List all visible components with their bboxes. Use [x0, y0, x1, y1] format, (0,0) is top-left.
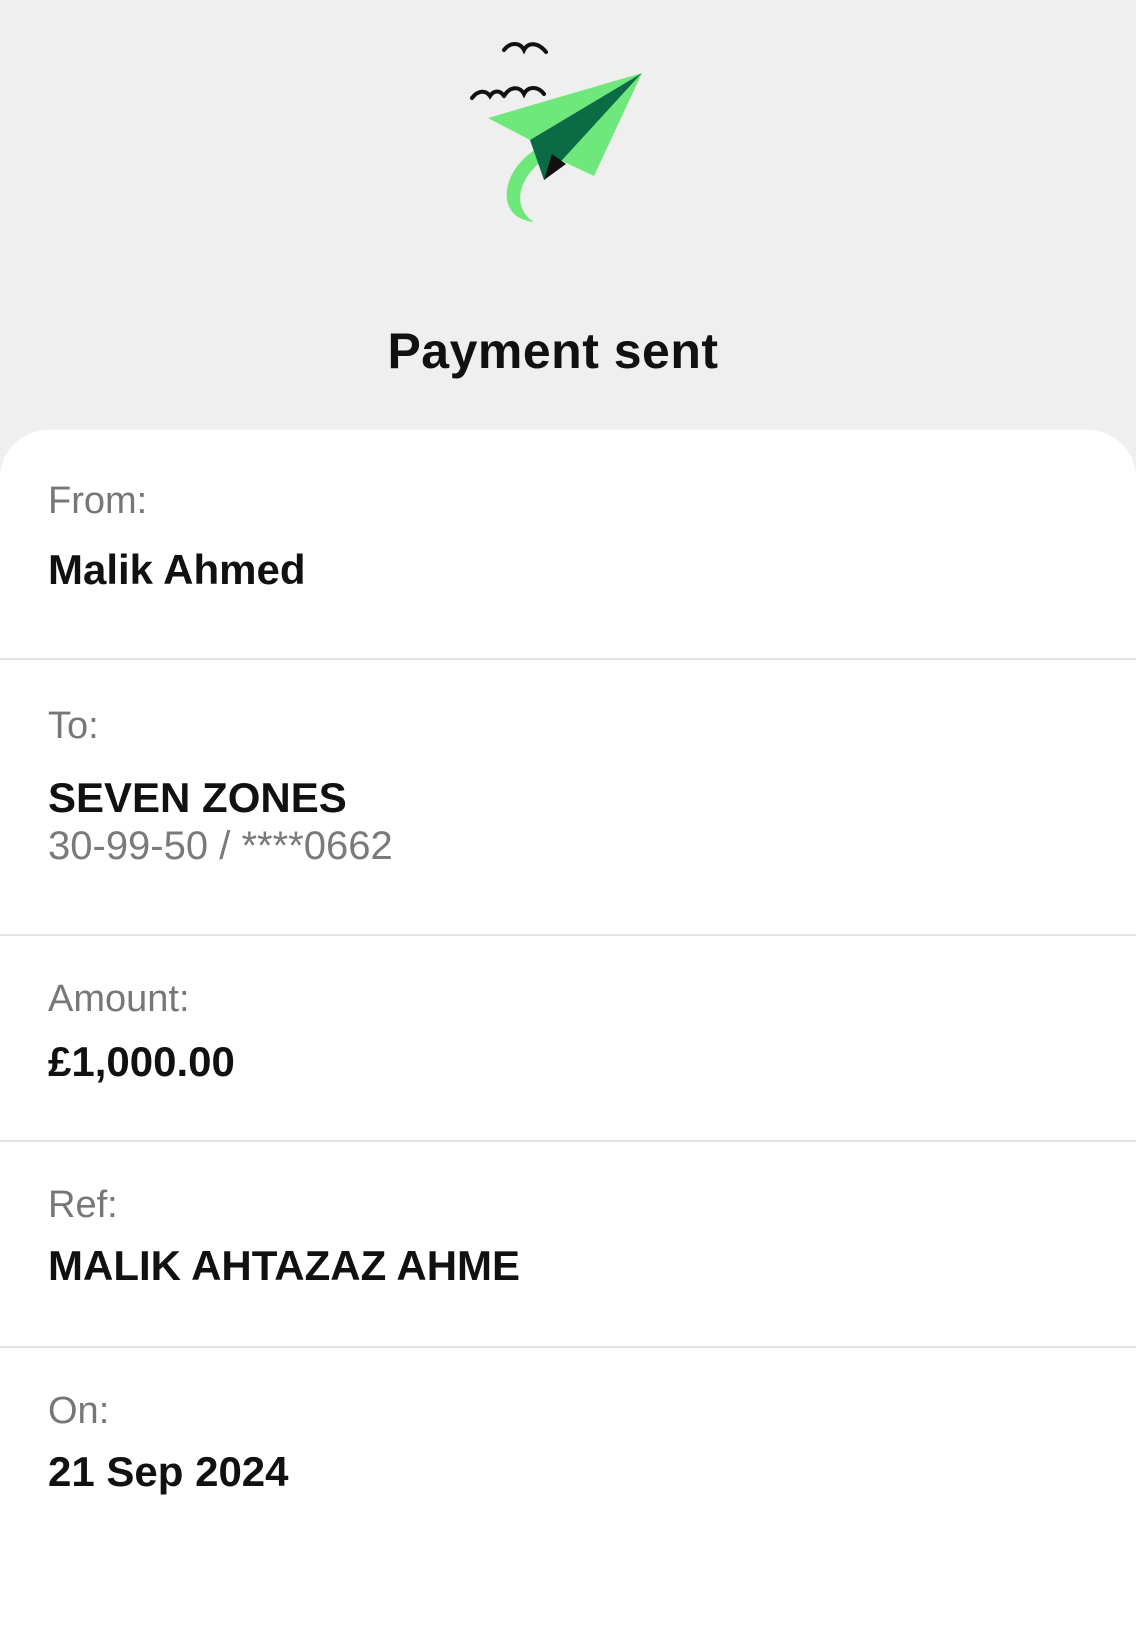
amount-section: Amount: £1,000.00	[0, 936, 1136, 1142]
amount-label: Amount:	[48, 978, 190, 1020]
from-value: Malik Ahmed	[48, 546, 306, 593]
amount-value: £1,000.00	[48, 1038, 235, 1085]
to-value: SEVEN ZONES	[48, 774, 347, 821]
payment-details-card: From: Malik Ahmed To: SEVEN ZONES 30-99-…	[0, 430, 1136, 1630]
to-label: To:	[48, 705, 99, 747]
ref-section: Ref: MALIK AHTAZAZ AHME	[0, 1142, 1136, 1348]
paper-plane-icon	[470, 42, 642, 222]
ref-label: Ref:	[48, 1184, 118, 1226]
to-account: 30-99-50 / ****0662	[48, 824, 393, 868]
from-section: From: Malik Ahmed	[0, 430, 1136, 660]
from-label: From:	[48, 480, 148, 522]
page-title: Payment sent	[387, 323, 719, 379]
on-value: 21 Sep 2024	[48, 1448, 289, 1495]
date-section: On: 21 Sep 2024	[0, 1348, 1136, 1578]
header: Payment sent	[0, 0, 1136, 430]
ref-value: MALIK AHTAZAZ AHME	[48, 1242, 521, 1289]
on-label: On:	[48, 1390, 110, 1432]
to-section: To: SEVEN ZONES 30-99-50 / ****0662	[0, 660, 1136, 936]
